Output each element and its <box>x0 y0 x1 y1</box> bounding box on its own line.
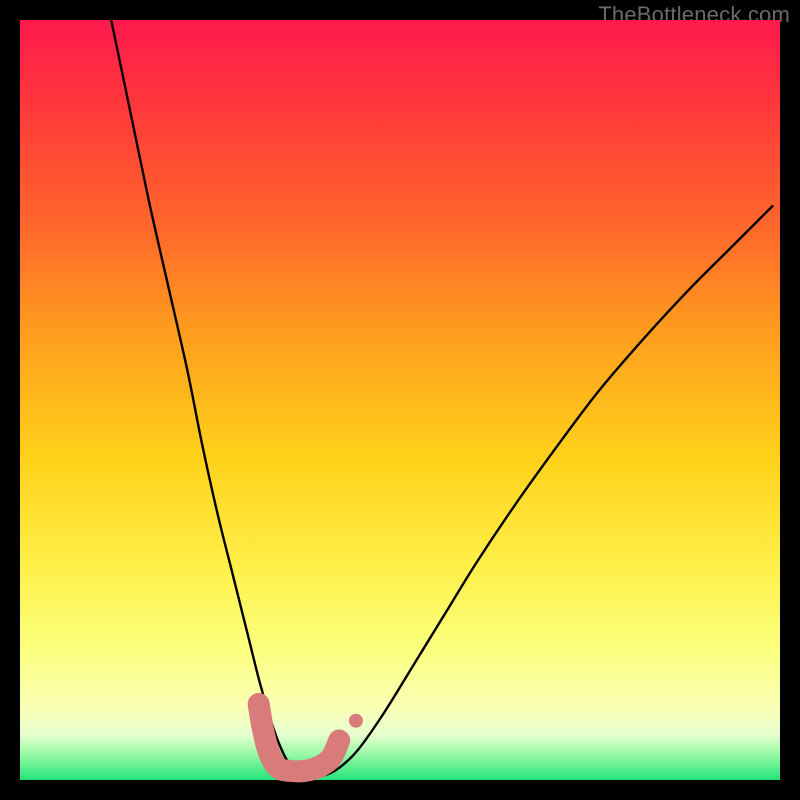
bottleneck-curve <box>111 20 772 776</box>
highlight-extra-dot <box>349 714 363 728</box>
bottleneck-curve-svg <box>20 20 780 780</box>
chart-frame: TheBottleneck.com <box>0 0 800 800</box>
plot-area <box>20 20 780 780</box>
highlight-rounded-band <box>259 704 340 771</box>
